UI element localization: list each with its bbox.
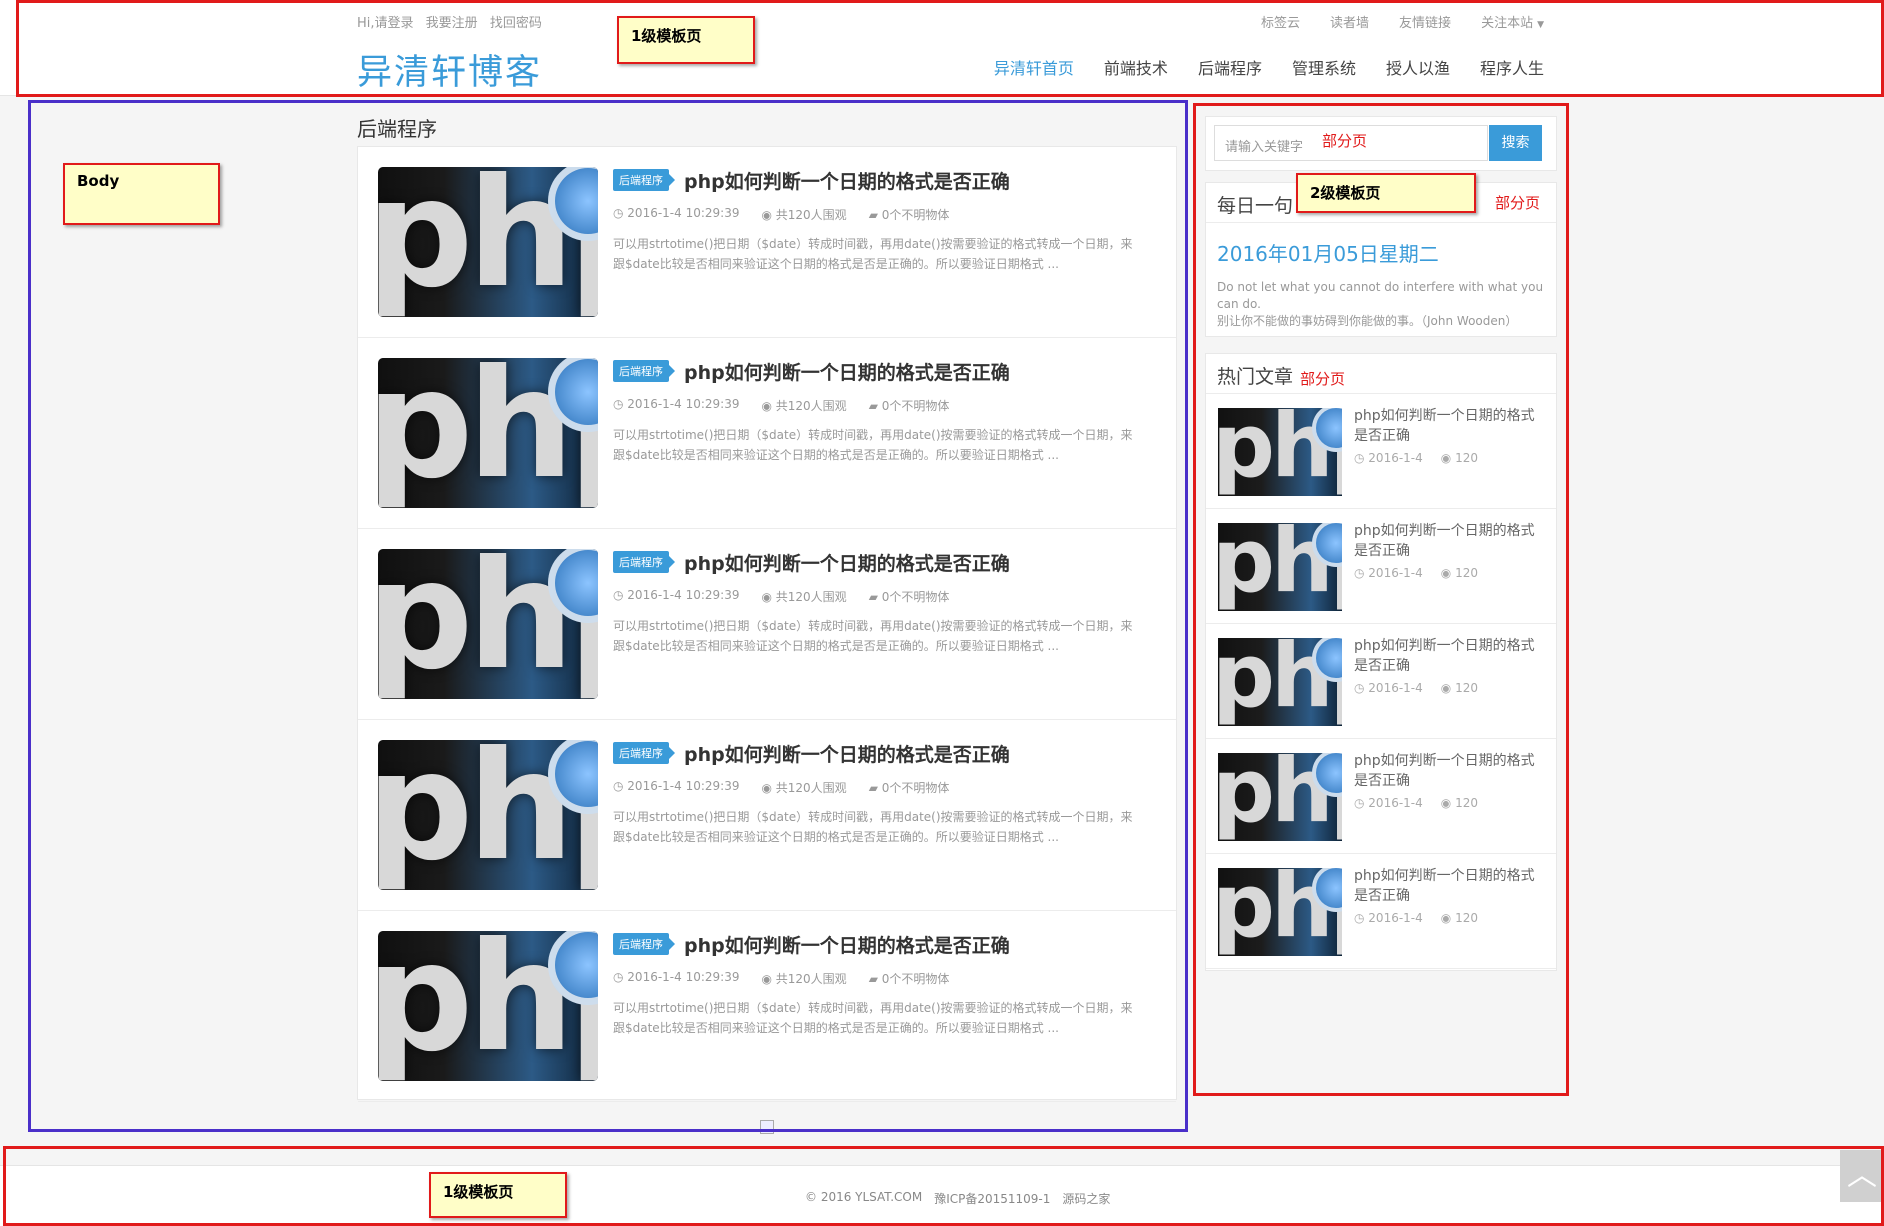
partial-daily-label: 部分页 — [1495, 194, 1541, 212]
sidebar-annotation-frame — [1193, 103, 1569, 1096]
body-note: Body — [63, 163, 220, 225]
header-annotation-frame — [16, 0, 1884, 97]
body-annotation-frame — [28, 100, 1188, 1132]
level1-header-note: 1级模板页 — [617, 16, 755, 64]
level1-footer-note: 1级模板页 — [429, 1172, 567, 1218]
footer-annotation-frame — [3, 1146, 1884, 1226]
partial-hot-label: 部分页 — [1300, 370, 1346, 388]
partial-search-label: 部分页 — [1322, 132, 1368, 150]
level2-note: 2级模板页 — [1296, 173, 1476, 213]
